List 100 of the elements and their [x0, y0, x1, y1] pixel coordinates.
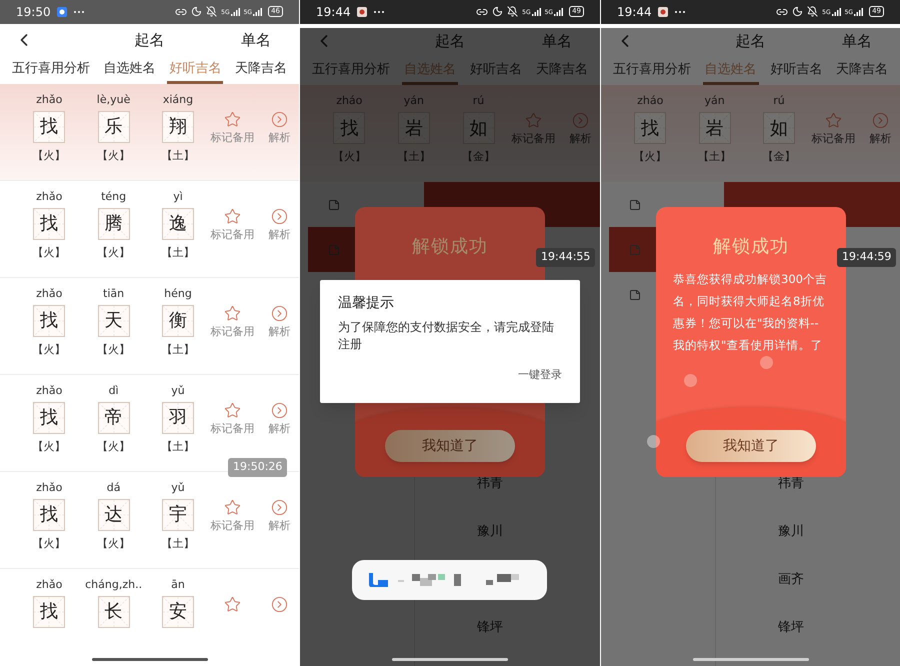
app-icon	[356, 6, 367, 17]
character-cell: 翔	[162, 110, 194, 143]
card-message: 恭喜您获得成功解锁300个吉名，同时获得大师起名8折优惠券！您可以在"我的资料--我的特权"查看使用详情。了	[672, 271, 828, 354]
star-icon[interactable]	[224, 304, 242, 322]
tab[interactable]: 好听吉名	[468, 58, 524, 85]
tab[interactable]: 五行喜用分析	[611, 58, 693, 85]
element-label: 【土】	[161, 536, 194, 552]
character-cell: 长	[98, 596, 130, 628]
bell-off-icon	[807, 6, 818, 18]
more-icon	[72, 10, 85, 14]
character-cell: 找	[33, 596, 66, 628]
app-logo-icon	[368, 572, 390, 588]
name-item[interactable]: 祎青	[778, 474, 900, 522]
pinyin-label: yán	[704, 93, 725, 109]
star-icon[interactable]	[224, 596, 242, 613]
pinyin-label: yǔ	[171, 480, 185, 496]
single-name-button[interactable]: 单名	[842, 30, 872, 52]
name-item[interactable]: 画齐	[778, 570, 900, 618]
star-icon[interactable]	[524, 112, 542, 129]
character-cell: 找	[634, 112, 666, 144]
acknowledge-button[interactable]: 我知道了	[686, 430, 816, 462]
name-item[interactable]: 锋坪	[477, 618, 600, 666]
element-label: 【土】	[161, 342, 194, 358]
character-cell: 如	[762, 112, 795, 144]
mark-label[interactable]: 标记备用	[210, 324, 255, 340]
character-cell: 安	[162, 596, 194, 628]
status-time: 19:50	[16, 4, 51, 21]
element-label: 【火】	[32, 244, 66, 261]
element-label: 【火】	[97, 438, 130, 455]
card-title: 解锁成功	[412, 235, 488, 259]
note-icon	[629, 244, 641, 256]
character-cell: 找	[33, 208, 66, 240]
character-cell: 如	[462, 112, 495, 144]
tab[interactable]: 天降吉名	[534, 58, 590, 85]
character-cell: 腾	[98, 208, 130, 240]
pinyin-label: xiáng	[162, 92, 194, 108]
detail-label[interactable]: 解析	[268, 420, 290, 438]
detail-label[interactable]: 解析	[268, 130, 290, 146]
element-label: 【火】	[97, 244, 130, 261]
tab[interactable]: 五行喜用分析	[310, 58, 392, 85]
detail-label[interactable]: 解析	[870, 131, 892, 148]
detail-label[interactable]: 解析	[569, 131, 592, 148]
character-cell: 衡	[162, 304, 194, 337]
tab[interactable]: 天降吉名	[232, 57, 289, 84]
app-icon	[658, 6, 668, 17]
tab[interactable]: 五行喜用分析	[10, 57, 92, 84]
single-name-button[interactable]: 单名	[542, 30, 572, 52]
character-cell: 乐	[98, 110, 130, 143]
card-title: 解锁成功	[713, 235, 789, 259]
element-label: 【土】	[161, 148, 194, 164]
pinyin-label: lè,yuè	[96, 92, 130, 108]
character-cell: 找	[33, 498, 66, 531]
element-label: 【土】	[161, 438, 194, 455]
tab[interactable]: 好听吉名	[768, 58, 824, 85]
timestamp-label: 19:44:59	[837, 248, 896, 266]
moon-icon	[191, 6, 202, 18]
mark-label[interactable]: 标记备用	[210, 130, 255, 146]
character-cell: 岩	[698, 112, 731, 144]
pinyin-label: héng	[164, 286, 192, 302]
page-title: 起名	[736, 30, 766, 52]
pinyin-label: dá	[106, 480, 120, 496]
character-cell: 找	[33, 110, 66, 143]
more-icon	[372, 10, 385, 14]
one-click-login-button[interactable]: 一键登录	[518, 367, 562, 384]
pinyin-label: zháo	[336, 93, 362, 109]
star-icon[interactable]	[224, 498, 242, 516]
name-item[interactable]: 豫川	[778, 522, 900, 570]
more-icon	[674, 10, 686, 14]
signal-icon	[854, 8, 864, 16]
acknowledge-button[interactable]: 我知道了	[385, 430, 515, 462]
name-item[interactable]: 锋坪	[778, 618, 900, 666]
single-name-button[interactable]: 单名	[241, 29, 271, 52]
element-label: 【火】	[32, 148, 66, 164]
timestamp-label: 19:50:26	[228, 458, 288, 476]
pinyin-label: rú	[472, 93, 484, 109]
name-item[interactable]: 祎青	[477, 474, 600, 522]
detail-label[interactable]: 解析	[268, 324, 290, 340]
mark-label[interactable]: 标记备用	[210, 420, 255, 438]
element-label: 【土】	[397, 149, 430, 165]
mark-label[interactable]: 标记备用	[210, 518, 255, 534]
element-label: 【火】	[97, 536, 130, 552]
mark-label[interactable]: 标记备用	[511, 131, 556, 148]
mark-label[interactable]: 标记备用	[210, 226, 255, 244]
element-label: 【火】	[32, 342, 66, 358]
pinyin-label: yì	[173, 188, 183, 205]
tab[interactable]: 自选姓名	[102, 57, 158, 84]
tab[interactable]: 天降吉名	[834, 58, 890, 85]
element-label: 【土】	[161, 244, 194, 261]
star-icon[interactable]	[224, 110, 242, 128]
dialog-message: 为了保障您的支付数据安全，请完成登陆注册	[338, 319, 555, 353]
detail-label[interactable]: 解析	[268, 518, 290, 534]
star-icon[interactable]	[224, 208, 242, 225]
character-cell: 找	[33, 304, 66, 337]
note-icon	[328, 244, 340, 256]
star-icon[interactable]	[224, 402, 242, 419]
detail-label[interactable]: 解析	[268, 226, 290, 244]
mark-label[interactable]: 标记备用	[812, 131, 856, 148]
star-icon[interactable]	[825, 112, 842, 129]
pinyin-label: dì	[108, 382, 119, 399]
pinyin-label: zhǎo	[36, 382, 62, 399]
